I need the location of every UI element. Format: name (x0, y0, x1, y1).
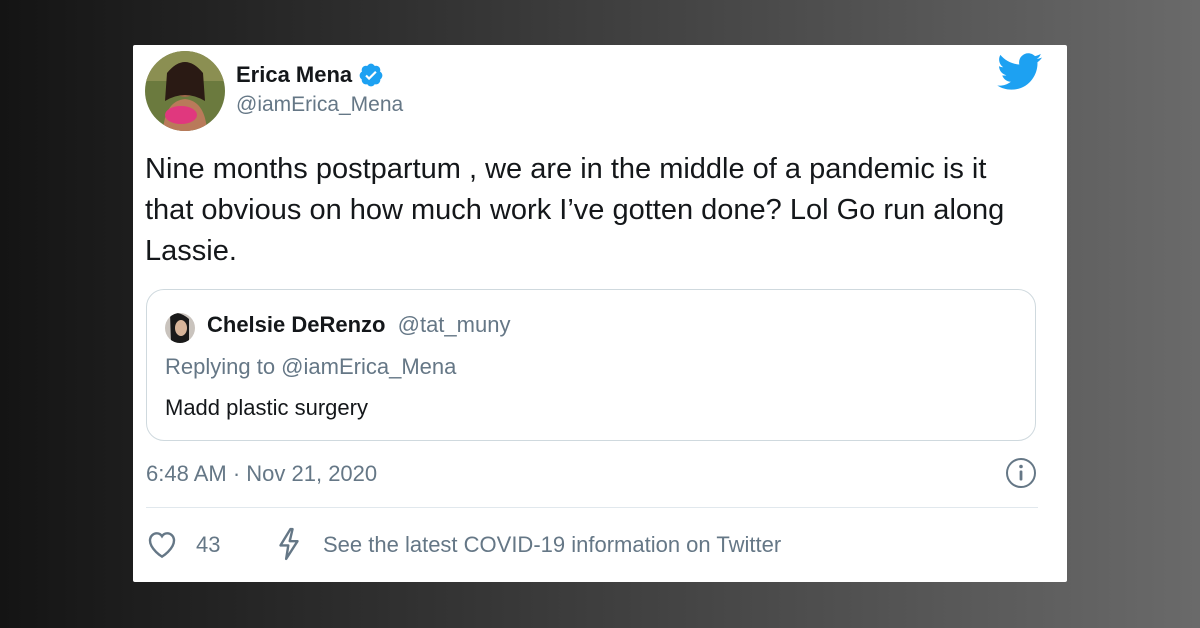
author-name[interactable]: Erica Mena (236, 62, 352, 88)
tweet-text: Nine months postpartum , we are in the m… (145, 153, 1005, 267)
tweet-timestamp[interactable]: 6:48 AM · Nov 21, 2020 (146, 461, 377, 487)
twitter-bird-icon[interactable] (997, 53, 1043, 91)
lightning-bolt-icon[interactable] (274, 527, 304, 561)
author-avatar[interactable] (145, 51, 225, 131)
replying-to[interactable]: Replying to @iamErica_Mena (165, 354, 456, 380)
tweet-actions: 43 See the latest COVID-19 information o… (146, 527, 1038, 563)
covid-info-link[interactable]: See the latest COVID-19 information on T… (323, 532, 781, 558)
quoted-tweet[interactable]: Chelsie DeRenzo @tat_muny Replying to @i… (146, 289, 1036, 441)
quoted-author-handle[interactable]: @tat_muny (398, 312, 511, 337)
quoted-author-name[interactable]: Chelsie DeRenzo (207, 312, 386, 337)
author-name-row: Erica Mena (236, 62, 384, 88)
quoted-tweet-text: Madd plastic surgery (165, 395, 368, 420)
heart-icon[interactable] (146, 529, 178, 559)
divider (146, 507, 1038, 508)
tweet-card: Erica Mena @iamErica_Mena Nine months po… (133, 45, 1067, 582)
info-icon[interactable] (1005, 457, 1037, 489)
author-handle[interactable]: @iamErica_Mena (236, 93, 403, 117)
like-count: 43 (196, 532, 221, 557)
quoted-author-avatar[interactable] (165, 313, 195, 343)
quoted-author-row: Chelsie DeRenzo @tat_muny (207, 312, 510, 338)
verified-badge-icon (358, 62, 384, 88)
